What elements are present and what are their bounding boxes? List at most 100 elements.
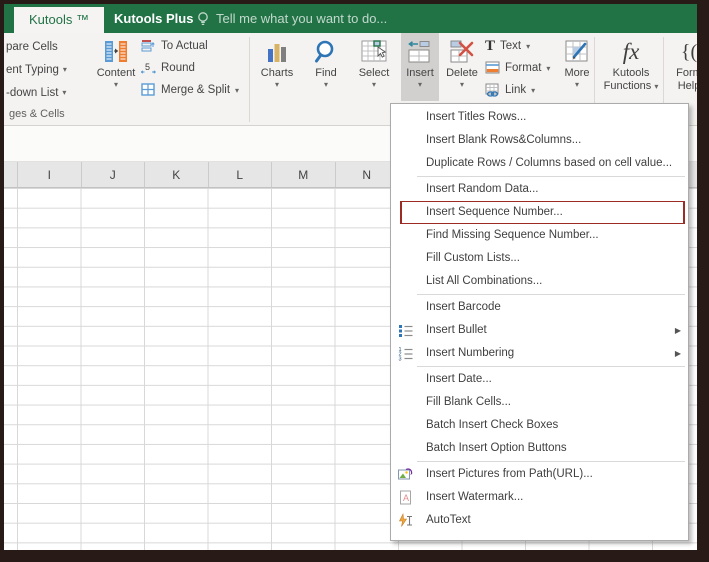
menu-item-find-missing-sequence-number[interactable]: Find Missing Sequence Number... — [391, 224, 688, 247]
picture-path-icon — [398, 467, 413, 482]
ribbon-small-column-1: To Actual 5 Round Merge & Split ▾ — [141, 35, 247, 101]
menu-item-autotext[interactable]: AutoText — [391, 509, 688, 532]
prevent-typing-button[interactable]: ent Typing ▾ — [4, 58, 90, 81]
dropdown-caret-icon: ▾ — [654, 82, 659, 91]
menu-item-insert-pictures-from-path[interactable]: Insert Pictures from Path(URL)... — [391, 463, 688, 486]
compare-cells-label: pare Cells — [6, 40, 58, 53]
find-button[interactable]: Find ▾ — [305, 33, 347, 101]
select-icon — [361, 37, 387, 67]
more-button[interactable]: More ▾ — [556, 33, 598, 101]
menu-item-batch-insert-check-boxes[interactable]: Batch Insert Check Boxes — [391, 414, 688, 437]
numbered-list-icon: 1 2 3 — [398, 346, 413, 361]
delete-icon — [449, 37, 475, 67]
tell-me-label: Tell me what you want to do... — [216, 11, 388, 26]
formula-helper-button[interactable]: {( Form Help — [667, 33, 697, 101]
link-button[interactable]: Link ▾ — [485, 79, 557, 101]
format-label: Format — [505, 62, 542, 74]
tab-kutools[interactable]: Kutools ™ — [14, 7, 104, 33]
text-button[interactable]: T Text ▾ — [485, 35, 557, 57]
charts-button[interactable]: Charts ▾ — [254, 33, 300, 101]
prevent-typing-label: ent Typing — [6, 63, 59, 76]
charts-label: Charts — [260, 67, 294, 79]
tab-kutools-plus[interactable]: Kutools Plus — [100, 4, 207, 33]
compare-cells-button[interactable]: pare Cells — [4, 35, 90, 58]
more-label: More — [564, 67, 590, 79]
menu-item-insert-numbering[interactable]: 1 2 3 Insert Numbering ▶ — [391, 342, 688, 365]
select-button[interactable]: Select ▾ — [351, 33, 397, 101]
menu-item-insert-sequence-number[interactable]: Insert Sequence Number... — [391, 201, 688, 224]
kutools-functions-label-line1: Kutools — [612, 67, 650, 79]
menu-item-batch-insert-option-buttons[interactable]: Batch Insert Option Buttons — [391, 437, 688, 460]
dropdown-caret-icon: ▾ — [526, 41, 531, 51]
find-label: Find — [315, 67, 337, 79]
to-actual-button[interactable]: To Actual — [141, 35, 247, 57]
round-icon: 5 — [141, 61, 156, 75]
drop-down-list-button[interactable]: -down List ▾ — [4, 81, 90, 104]
text-icon: T — [485, 38, 496, 54]
fx-icon: fx — [622, 39, 640, 64]
menu-separator — [417, 176, 685, 177]
menu-item-duplicate-rows-columns[interactable]: Duplicate Rows / Columns based on cell v… — [391, 152, 688, 175]
dropdown-caret-icon: ▾ — [235, 85, 240, 95]
menu-item-insert-random-data[interactable]: Insert Random Data... — [391, 178, 688, 201]
round-label: Round — [161, 62, 195, 74]
dropdown-caret-icon: ▾ — [417, 80, 422, 89]
menu-separator — [417, 294, 685, 295]
delete-label: Delete — [446, 67, 478, 79]
column-header[interactable]: L — [209, 162, 272, 187]
column-header[interactable]: J — [82, 162, 145, 187]
dropdown-caret-icon: ▾ — [274, 80, 279, 89]
kutools-functions-button[interactable]: fx Kutools Functions ▾ — [601, 33, 661, 101]
dropdown-caret-icon: ▾ — [531, 85, 536, 95]
dropdown-caret-icon: ▾ — [574, 80, 579, 89]
content-icon — [103, 37, 129, 67]
menu-item-insert-bullet[interactable]: Insert Bullet ▶ — [391, 319, 688, 342]
column-header[interactable]: K — [145, 162, 209, 187]
content-button[interactable]: Content ▾ — [90, 33, 142, 101]
dropdown-caret-icon: ▾ — [323, 80, 328, 89]
menu-separator — [417, 366, 685, 367]
insert-button[interactable]: Insert ▾ — [401, 33, 439, 101]
link-icon — [485, 83, 500, 97]
dropdown-caret-icon: ▾ — [459, 80, 464, 89]
dropdown-caret-icon: ▾ — [113, 80, 118, 89]
merge-split-icon — [141, 83, 156, 97]
dropdown-caret-icon: ▾ — [371, 80, 376, 89]
submenu-arrow-icon: ▶ — [674, 349, 681, 358]
menu-item-insert-watermark[interactable]: A Insert Watermark... — [391, 486, 688, 509]
drop-down-list-label: -down List — [6, 86, 59, 99]
content-label: Content — [96, 67, 136, 79]
insert-icon — [407, 37, 433, 67]
merge-split-label: Merge & Split — [161, 84, 231, 96]
column-header[interactable]: I — [18, 162, 82, 187]
excel-window: Kutools ™ Kutools Plus Tell me what you … — [4, 4, 697, 550]
dropdown-caret-icon: ▾ — [62, 65, 67, 74]
menu-item-insert-barcode[interactable]: Insert Barcode — [391, 296, 688, 319]
formula-helper-label-line1: Form — [676, 67, 697, 79]
round-button[interactable]: 5 Round — [141, 57, 247, 79]
formula-helper-icon: {( — [680, 40, 697, 63]
menu-separator — [417, 461, 685, 462]
menu-item-fill-blank-cells[interactable]: Fill Blank Cells... — [391, 391, 688, 414]
menu-item-insert-date[interactable]: Insert Date... — [391, 368, 688, 391]
menu-item-fill-custom-lists[interactable]: Fill Custom Lists... — [391, 247, 688, 270]
column-header-partial[interactable] — [4, 162, 18, 187]
screenshot-frame: Kutools ™ Kutools Plus Tell me what you … — [0, 0, 709, 562]
lightbulb-icon — [196, 11, 210, 27]
charts-icon — [265, 37, 289, 67]
menu-item-insert-blank-rows-columns[interactable]: Insert Blank Rows&Columns... — [391, 129, 688, 152]
delete-button[interactable]: Delete ▾ — [440, 33, 484, 101]
select-label: Select — [358, 67, 390, 79]
link-label: Link — [505, 84, 527, 96]
submenu-arrow-icon: ▶ — [674, 326, 681, 335]
dropdown-caret-icon: ▾ — [62, 88, 67, 97]
svg-text:A: A — [403, 493, 409, 503]
menu-item-list-all-combinations[interactable]: List All Combinations... — [391, 270, 688, 293]
tell-me-box[interactable]: Tell me what you want to do... — [196, 4, 387, 33]
column-header[interactable]: M — [272, 162, 336, 187]
menu-item-insert-titles-rows[interactable]: Insert Titles Rows... — [391, 106, 688, 129]
dropdown-caret-icon: ▾ — [546, 63, 551, 73]
svg-text:3: 3 — [399, 356, 402, 361]
merge-split-button[interactable]: Merge & Split ▾ — [141, 79, 247, 101]
format-button[interactable]: Format ▾ — [485, 57, 557, 79]
